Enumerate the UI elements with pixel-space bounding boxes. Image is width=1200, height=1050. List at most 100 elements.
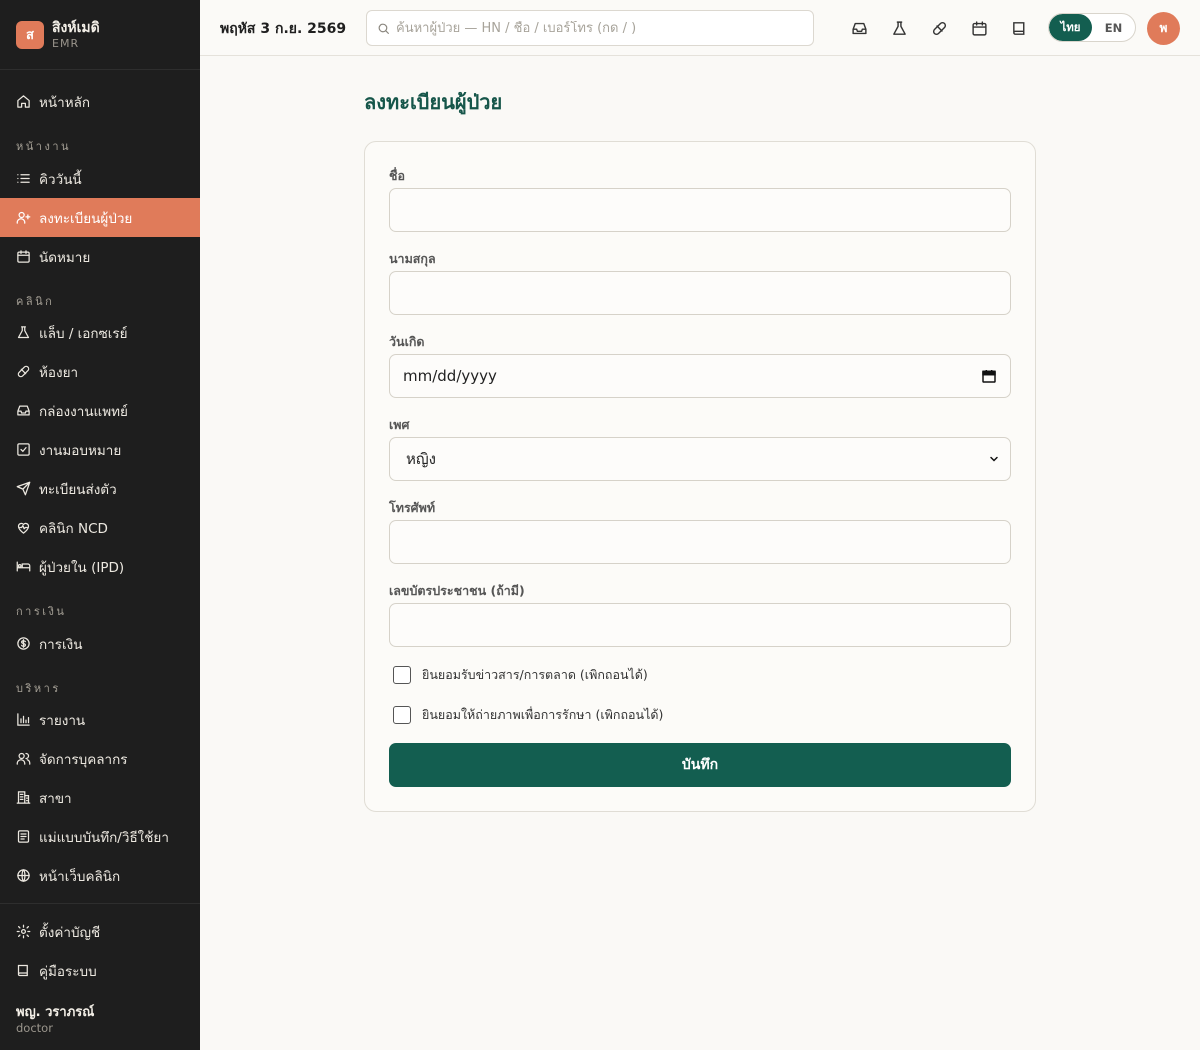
phone-field[interactable] <box>389 520 1011 564</box>
sidebar-item-label: ลงทะเบียนผู้ป่วย <box>39 210 133 227</box>
sidebar-item-lab[interactable]: แล็บ / เอกซเรย์ <box>0 313 200 352</box>
sidebar-item-label: คู่มือระบบ <box>39 963 97 980</box>
sidebar-item-referral[interactable]: ทะเบียนส่งตัว <box>0 469 200 508</box>
sidebar-item-label: ห้องยา <box>39 364 79 381</box>
inbox-icon <box>851 22 867 34</box>
home-icon <box>17 95 30 108</box>
building-icon <box>16 791 31 804</box>
calendar-icon[interactable] <box>981 368 997 384</box>
sidebar-item-register[interactable]: ลงทะเบียนผู้ป่วย <box>0 198 200 237</box>
section-label-admin: บริหาร <box>16 682 61 695</box>
lab-button[interactable] <box>889 18 909 38</box>
phone-label: โทรศัพท์ <box>389 500 436 515</box>
sidebar-item-ipd[interactable]: ผู้ป่วยใน (IPD) <box>0 547 200 586</box>
sidebar-item-ncd[interactable]: คลินิก NCD <box>0 508 200 547</box>
document-icon <box>17 830 30 843</box>
manual-button[interactable] <box>1009 18 1029 38</box>
sidebar-item-manual[interactable]: คู่มือระบบ <box>0 951 200 990</box>
save-button[interactable]: บันทึก <box>389 743 1011 787</box>
search-icon <box>378 23 389 34</box>
sidebar-item-templates[interactable]: แม่แบบบันทึก/วิธีใช้ยา <box>0 817 200 856</box>
calendar-icon <box>971 20 987 36</box>
sidebar-item-pharmacy[interactable]: ห้องยา <box>0 352 200 391</box>
first-name-label: ชื่อ <box>389 168 405 183</box>
sidebar-item-label: การเงิน <box>39 636 83 653</box>
dob-placeholder: mm/dd/yyyy <box>403 367 497 385</box>
sidebar-item-inbox[interactable]: กล่องงานแพทย์ <box>0 391 200 430</box>
section-label-clinic: คลินิก <box>16 295 55 308</box>
sidebar-item-label: ผู้ป่วยใน (IPD) <box>39 559 125 576</box>
sidebar-item-label: งานมอบหมาย <box>39 442 122 459</box>
lang-en-button[interactable]: EN <box>1092 14 1135 41</box>
section-label-work: หน้างาน <box>16 140 72 153</box>
sidebar-item-tasks[interactable]: งานมอบหมาย <box>0 430 200 469</box>
dollar-circle-icon <box>17 637 30 650</box>
sidebar-item-label: หน้าเว็บคลินิก <box>39 868 121 885</box>
sidebar-item-label: แม่แบบบันทึก/วิธีใช้ยา <box>39 829 169 846</box>
photo-consent-checkbox[interactable] <box>393 706 411 724</box>
sidebar-item-label: แล็บ / เอกซเรย์ <box>39 325 128 342</box>
avatar[interactable]: พ <box>1147 12 1180 45</box>
calendar-button[interactable] <box>969 18 989 38</box>
sidebar-item-settings[interactable]: ตั้งค่าบัญชี <box>0 912 200 951</box>
current-user-name: พญ. วราภรณ์ <box>16 1005 95 1020</box>
sidebar-item-website[interactable]: หน้าเว็บคลินิก <box>0 856 200 895</box>
current-user-role: doctor <box>16 1021 53 1035</box>
sidebar-item-billing[interactable]: การเงิน <box>0 624 200 663</box>
marketing-consent-label: ยินยอมรับข่าวสาร/การตลาด (เพิกถอนได้) <box>422 667 648 682</box>
current-date: พฤหัส 3 ก.ย. 2569 <box>220 21 347 37</box>
user-plus-icon <box>16 211 31 224</box>
calendar-icon <box>17 250 30 263</box>
brand-name: สิงห์เมดิ <box>52 19 100 36</box>
sidebar-item-label: หน้าหลัก <box>39 94 91 111</box>
dob-label: วันเกิด <box>389 334 425 349</box>
chevron-down-icon <box>990 456 998 462</box>
users-icon <box>16 752 31 765</box>
send-icon <box>16 481 31 496</box>
inbox-button[interactable] <box>849 18 869 38</box>
check-square-icon <box>17 443 30 456</box>
sidebar-item-reports[interactable]: รายงาน <box>0 700 200 739</box>
sidebar-item-label: คลินิก NCD <box>39 520 108 537</box>
list-icon <box>17 174 30 183</box>
last-name-field[interactable] <box>389 271 1011 315</box>
lang-thai-button[interactable]: ไทย <box>1049 14 1092 41</box>
language-toggle: ไทย EN <box>1048 13 1136 42</box>
national-id-label: เลขบัตรประชาชน (ถ้ามี) <box>389 583 525 598</box>
pill-icon <box>932 21 946 35</box>
sidebar-item-label: คิววันนี้ <box>39 171 82 188</box>
inbox-icon <box>17 405 30 416</box>
sex-label: เพศ <box>389 417 410 432</box>
sidebar-item-branch[interactable]: สาขา <box>0 778 200 817</box>
bed-icon <box>16 561 31 572</box>
sex-select[interactable]: หญิง <box>389 437 1011 481</box>
heart-pulse-icon <box>17 522 30 534</box>
brand: ส สิงห์เมดิ EMR <box>0 0 200 70</box>
pharmacy-button[interactable] <box>929 18 949 38</box>
flask-icon <box>892 20 906 35</box>
marketing-consent-row: ยินยอมรับข่าวสาร/การตลาด (เพิกถอนได้) <box>393 665 648 685</box>
last-name-label: นามสกุล <box>389 251 436 266</box>
sidebar-item-staff[interactable]: จัดการบุคลากร <box>0 739 200 778</box>
brand-subtitle: EMR <box>52 36 80 50</box>
topbar: พฤหัส 3 ก.ย. 2569 ไทย EN พ <box>200 0 1200 56</box>
sidebar: ส สิงห์เมดิ EMR หน้าหลัก หน้างาน คิววันน… <box>0 0 200 1050</box>
first-name-field[interactable] <box>389 188 1011 232</box>
gear-icon <box>16 924 31 939</box>
national-id-field[interactable] <box>389 603 1011 647</box>
book-icon <box>17 964 28 977</box>
sidebar-item-home[interactable]: หน้าหลัก <box>0 82 200 121</box>
book-icon <box>1012 21 1024 35</box>
dob-field[interactable]: mm/dd/yyyy <box>389 354 1011 398</box>
patient-search[interactable] <box>366 10 814 46</box>
section-label-finance: การเงิน <box>16 605 67 618</box>
search-input[interactable] <box>396 20 796 36</box>
sidebar-item-appointments[interactable]: นัดหมาย <box>0 237 200 276</box>
sidebar-item-label: สาขา <box>39 790 72 807</box>
marketing-consent-checkbox[interactable] <box>393 666 411 684</box>
globe-icon <box>17 869 30 882</box>
sidebar-item-label: กล่องงานแพทย์ <box>39 403 128 420</box>
flask-icon <box>17 326 30 339</box>
sidebar-item-queue[interactable]: คิววันนี้ <box>0 159 200 198</box>
sidebar-item-label: ทะเบียนส่งตัว <box>39 481 117 498</box>
